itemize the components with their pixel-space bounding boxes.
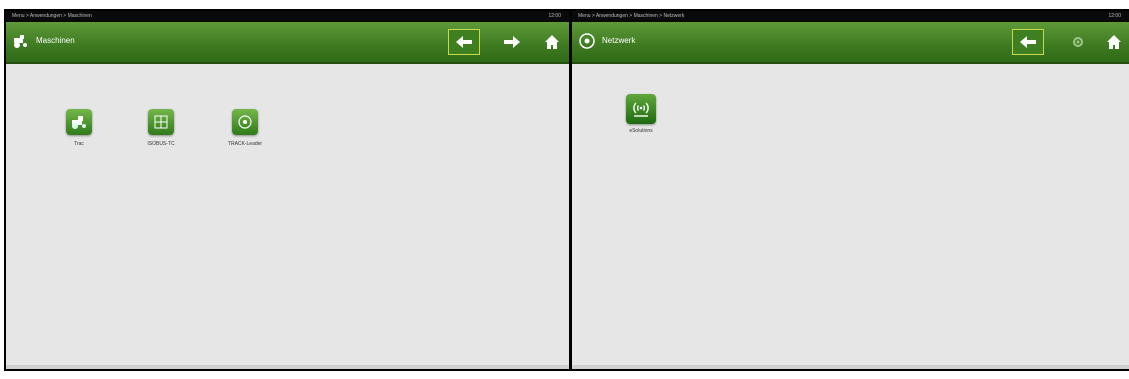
forward-button[interactable]	[496, 29, 528, 55]
wireless-signal-icon	[626, 94, 656, 124]
app-esolutions[interactable]: eSolutions	[606, 94, 676, 134]
app-header: Maschinen	[6, 22, 569, 64]
app-trac[interactable]: Trac	[44, 109, 114, 147]
page-title: Netzwerk	[602, 36, 636, 45]
right-screen: Menu > Anwendungen > Maschinen > Netzwer…	[570, 9, 1129, 371]
app-label: Trac	[74, 141, 84, 147]
app-label: eSolutions	[629, 128, 653, 134]
app-label: ISOBUS-TC	[147, 141, 175, 147]
field-icon	[148, 109, 174, 135]
tractor-icon	[66, 109, 92, 135]
back-button[interactable]	[448, 29, 480, 55]
guidance-icon	[232, 109, 258, 135]
home-icon	[1107, 35, 1121, 49]
network-logo-icon	[579, 33, 595, 49]
status-breadcrumb: Menu > Anwendungen > Maschinen > Netzwer…	[578, 13, 685, 19]
bottom-bar	[572, 365, 1129, 369]
status-bar: Menu > Anwendungen > Maschinen > Netzwer…	[572, 11, 1129, 22]
home-button[interactable]	[536, 29, 568, 55]
app-header: Netzwerk	[572, 22, 1129, 64]
bottom-bar	[6, 365, 569, 369]
app-isobus-tc[interactable]: ISOBUS-TC	[126, 109, 196, 147]
settings-button[interactable]	[1062, 29, 1094, 55]
home-button[interactable]	[1098, 29, 1129, 55]
gear-icon	[1073, 37, 1083, 47]
back-button[interactable]	[1012, 29, 1044, 55]
page-title: Maschinen	[36, 36, 75, 45]
status-time: 12:00	[548, 13, 561, 19]
arrow-left-icon	[456, 36, 472, 48]
arrow-right-icon	[504, 36, 520, 48]
tractor-logo-icon	[14, 35, 27, 48]
home-icon	[545, 35, 559, 49]
app-track-leader[interactable]: TRACK-Leader	[210, 109, 280, 147]
status-time: 12:00	[1108, 13, 1121, 19]
left-screen: Menu > Anwendungen > Maschinen 12:00 Mas…	[4, 9, 571, 371]
status-breadcrumb: Menu > Anwendungen > Maschinen	[12, 13, 92, 19]
status-bar: Menu > Anwendungen > Maschinen 12:00	[6, 11, 569, 22]
arrow-left-icon	[1020, 36, 1036, 48]
app-label: TRACK-Leader	[227, 141, 263, 147]
